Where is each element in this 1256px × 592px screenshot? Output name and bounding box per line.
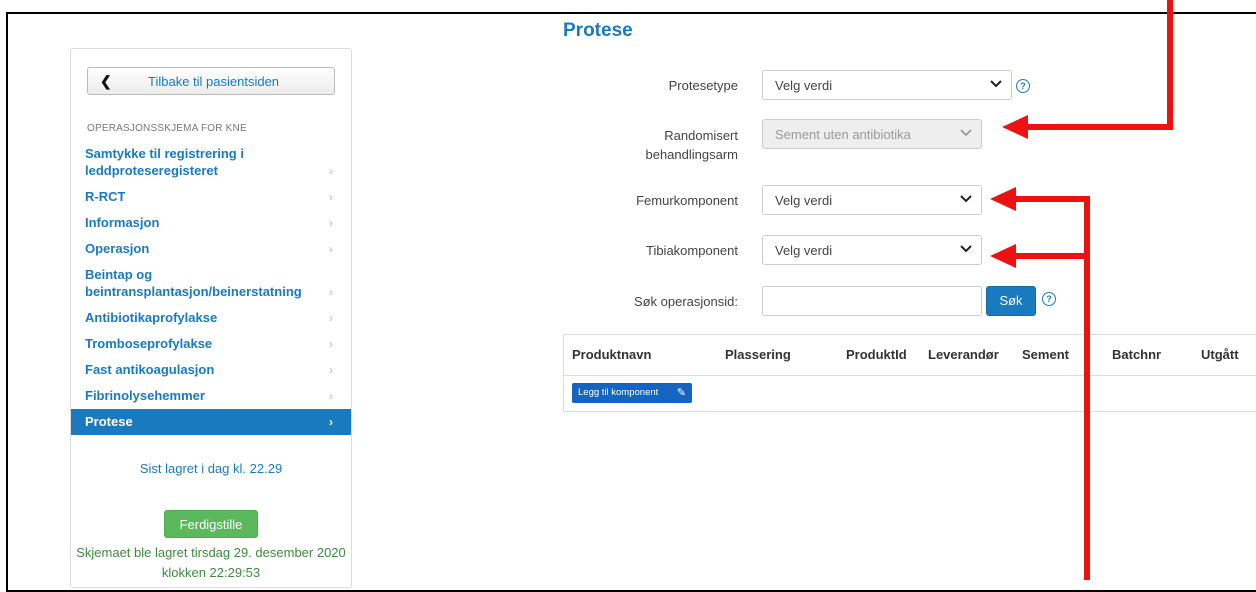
chevron-right-icon: ›: [329, 415, 333, 429]
last-saved-text: Sist lagret i dag kl. 22.29: [139, 461, 283, 476]
back-to-patient-button[interactable]: ❮ Tilbake til pasientsiden: [87, 67, 335, 95]
sidebar-item-fast-antikoagulasjon[interactable]: Fast antikoagulasjon ›: [71, 357, 351, 383]
protesetype-label: Protesetype: [668, 78, 738, 93]
sidebar-item-label: Beintap og beintransplantasjon/beinersta…: [85, 267, 302, 299]
chevron-right-icon: ›: [329, 190, 333, 204]
sidebar-item-label: Samtykke til registrering i leddproteser…: [85, 146, 244, 178]
annotation-arrow-line: [1012, 196, 1090, 202]
select-value: Sement uten antibiotika: [775, 127, 911, 142]
column-header: Batchnr: [1112, 347, 1162, 362]
select-value: Velg verdi: [775, 193, 833, 208]
component-table: Produktnavn Plassering ProduktId Leveran…: [563, 334, 1256, 412]
annotation-arrowhead: [990, 244, 1016, 268]
column-header: Produktnavn: [572, 347, 652, 362]
annotation-arrow-line: [1022, 124, 1173, 130]
sidebar-item-label: Operasjon: [85, 241, 150, 256]
operation-id-input[interactable]: [762, 286, 982, 316]
chevron-right-icon: ›: [329, 285, 333, 299]
chevron-down-icon: [960, 245, 972, 253]
finish-button[interactable]: Ferdigstille: [164, 510, 258, 538]
chevron-down-icon: [960, 129, 972, 137]
annotation-arrow-line: [1167, 0, 1173, 130]
table-header: Produktnavn Plassering ProduktId Leveran…: [564, 335, 1256, 376]
sidebar-item-beintap[interactable]: Beintap og beintransplantasjon/beinersta…: [71, 262, 351, 305]
form-sidebar: ❮ Tilbake til pasientsiden OPERASJONSSKJ…: [70, 48, 352, 588]
chevron-right-icon: ›: [329, 363, 333, 377]
sidebar-item-label: Fibrinolysehemmer: [85, 388, 205, 403]
sidebar-item-tromboseprofylakse[interactable]: Tromboseprofylakse ›: [71, 331, 351, 357]
sidebar-item-r-rct[interactable]: R-RCT ›: [71, 184, 351, 210]
sidebar-item-antibiotikaprofylakse[interactable]: Antibiotikaprofylakse ›: [71, 305, 351, 331]
search-label: Søk operasjonsid:: [633, 294, 738, 309]
tibia-label: Tibiakomponent: [645, 243, 738, 258]
femur-label: Femurkomponent: [636, 193, 738, 208]
protesetype-select[interactable]: Velg verdi: [762, 70, 1012, 100]
column-header: ProduktId: [846, 347, 907, 362]
sidebar-item-fibrinolysehemmer[interactable]: Fibrinolysehemmer ›: [71, 383, 351, 409]
saved-message: Skjemaet ble lagret tirsdag 29. desember…: [76, 545, 346, 580]
annotation-arrow-line: [1012, 253, 1090, 259]
randomisert-label: Randomisert behandlingsarm: [538, 126, 738, 164]
page-title: Protese: [563, 20, 633, 41]
chevron-left-icon: ❮: [100, 73, 112, 89]
column-header: Plassering: [725, 347, 791, 362]
section-heading: OPERASJONSSKJEMA FOR KNE: [87, 123, 247, 134]
chevron-right-icon: ›: [329, 389, 333, 403]
sidebar-item-samtykke[interactable]: Samtykke til registrering i leddproteser…: [71, 141, 351, 184]
column-header: Leverandør: [928, 347, 999, 362]
pencil-icon: ✎: [676, 387, 686, 399]
back-button-label: Tilbake til pasientsiden: [148, 74, 280, 89]
sidebar-item-label: Tromboseprofylakse: [85, 336, 213, 351]
chevron-right-icon: ›: [329, 216, 333, 230]
select-value: Velg verdi: [775, 243, 833, 258]
chevron-down-icon: [960, 195, 972, 203]
femur-select[interactable]: Velg verdi: [762, 185, 982, 215]
chevron-right-icon: ›: [329, 337, 333, 351]
select-value: Velg verdi: [775, 78, 833, 93]
chevron-right-icon: ›: [329, 164, 333, 178]
chevron-right-icon: ›: [329, 311, 333, 325]
annotation-arrowhead: [1002, 115, 1028, 139]
tibia-select[interactable]: Velg verdi: [762, 235, 982, 265]
chevron-right-icon: ›: [329, 242, 333, 256]
sidebar-item-informasjon[interactable]: Informasjon ›: [71, 210, 351, 236]
sidebar-item-operasjon[interactable]: Operasjon ›: [71, 236, 351, 262]
randomisert-select: Sement uten antibiotika: [762, 119, 982, 149]
add-component-label: Legg til komponent: [578, 387, 659, 398]
add-component-button[interactable]: Legg til komponent ✎: [572, 383, 692, 403]
sidebar-item-label: Fast antikoagulasjon: [85, 362, 215, 377]
annotation-arrowhead: [990, 187, 1016, 211]
chevron-down-icon: [990, 80, 1002, 88]
column-header: Sement: [1022, 347, 1069, 362]
help-icon[interactable]: ?: [1016, 79, 1030, 93]
sidebar-nav: Samtykke til registrering i leddproteser…: [71, 141, 351, 435]
column-header: Utgått: [1201, 347, 1239, 362]
sidebar-item-label: Antibiotikaprofylakse: [85, 310, 218, 325]
sidebar-item-label: Protese: [85, 414, 133, 429]
sidebar-item-protese[interactable]: Protese ›: [71, 409, 351, 435]
help-icon[interactable]: ?: [1042, 292, 1056, 306]
sidebar-item-label: Informasjon: [85, 215, 160, 230]
randomisert-label-text: Randomisert behandlingsarm: [645, 128, 738, 162]
search-button[interactable]: Søk: [986, 286, 1036, 316]
sidebar-item-label: R-RCT: [85, 189, 126, 204]
